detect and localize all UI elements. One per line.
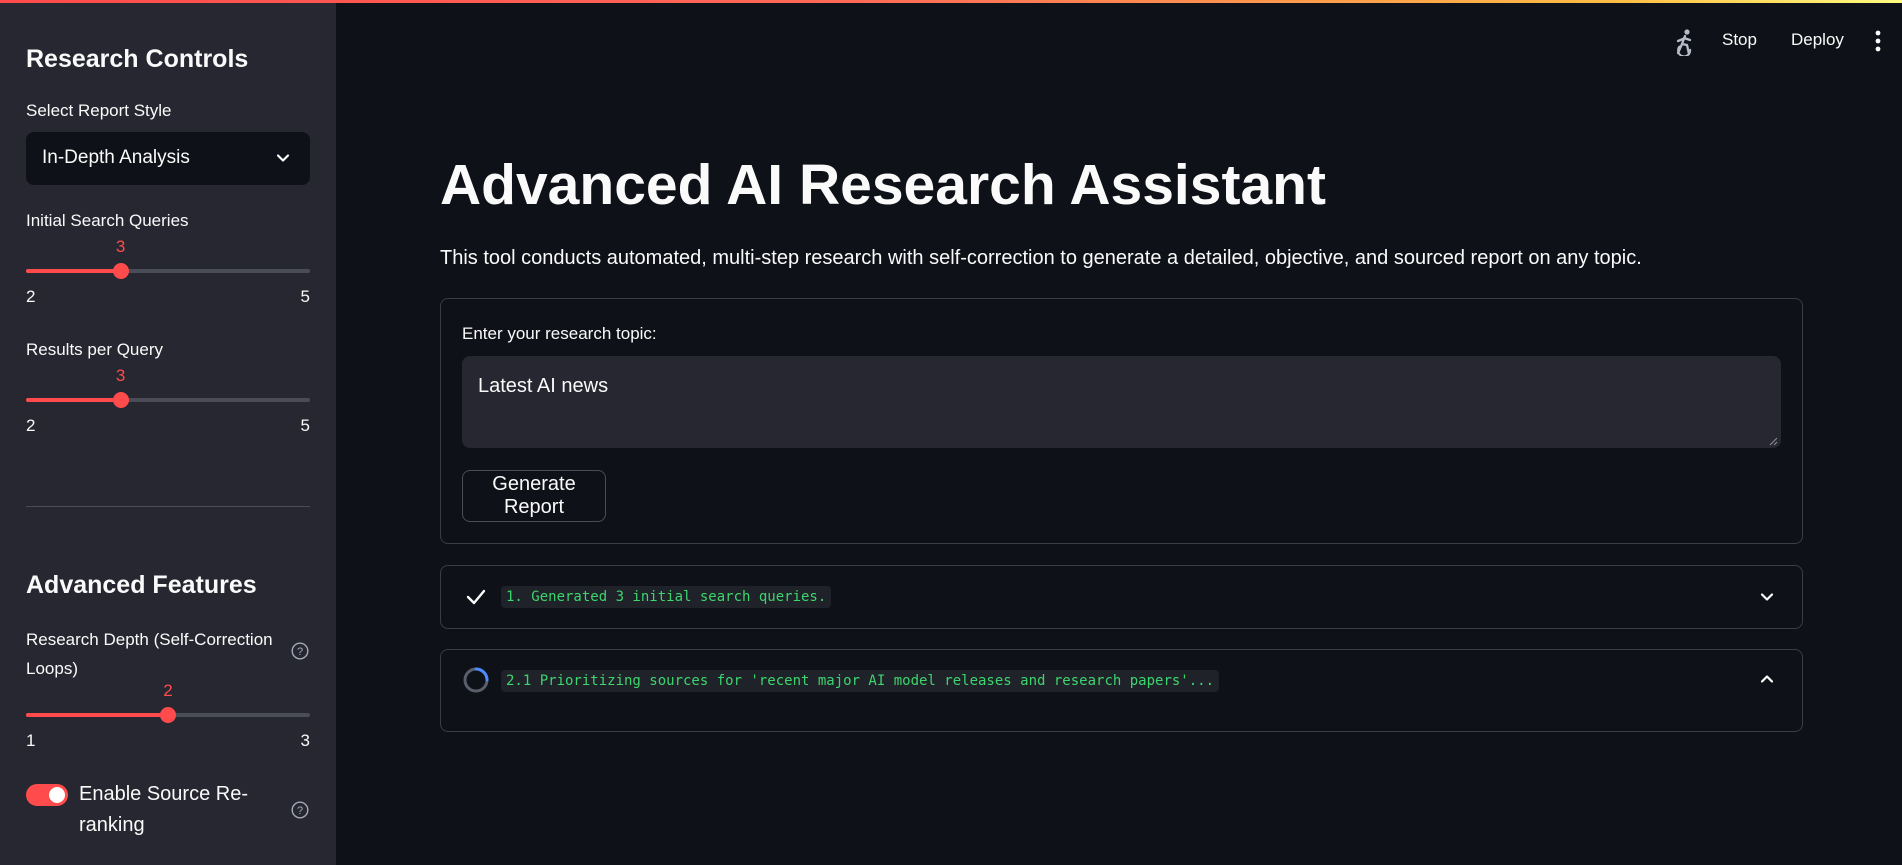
slider-min-label: 1	[26, 731, 36, 750]
page-subtitle: This tool conducts automated, multi-step…	[440, 247, 1642, 269]
sidebar-divider	[26, 506, 310, 507]
slider-fill	[26, 269, 121, 273]
chevron-up-icon[interactable]	[1758, 670, 1776, 688]
initial-queries-label: Initial Search Queries	[26, 211, 189, 230]
stop-button[interactable]: Stop	[1722, 30, 1757, 50]
report-style-select[interactable]: In-Depth Analysis	[26, 132, 310, 185]
research-depth-label: Research Depth (Self-Correction Loops)	[26, 630, 273, 678]
resize-handle-icon[interactable]	[1769, 437, 1778, 446]
results-per-query-slider[interactable]: 3 2 5	[26, 364, 310, 435]
kebab-menu-icon[interactable]	[1871, 28, 1885, 54]
svg-text:?: ?	[297, 646, 303, 658]
slider-current-value: 3	[115, 366, 126, 385]
top-decoration-bar	[0, 0, 1902, 3]
research-controls-heading: Research Controls	[26, 45, 249, 73]
slider-max-label: 5	[300, 416, 310, 435]
reranking-label: Enable Source Re-ranking	[79, 783, 248, 836]
deploy-button[interactable]: Deploy	[1791, 30, 1844, 50]
chevron-down-icon[interactable]	[1758, 588, 1776, 606]
slider-min-label: 2	[26, 287, 36, 306]
svg-text:?: ?	[297, 805, 303, 817]
advanced-features-heading: Advanced Features	[26, 571, 257, 599]
running-man-icon	[1676, 29, 1692, 56]
status-step-2[interactable]: 2.1 Prioritizing sources for 'recent maj…	[440, 649, 1803, 732]
initial-queries-slider[interactable]: 3 2 5	[26, 235, 310, 306]
slider-fill	[26, 713, 168, 717]
slider-max-label: 5	[300, 287, 310, 306]
slider-thumb[interactable]	[160, 707, 176, 723]
reranking-toggle[interactable]	[26, 784, 68, 806]
slider-fill	[26, 398, 121, 402]
generate-report-button[interactable]: Generate Report	[462, 470, 606, 522]
sidebar: Research Controls Select Report Style In…	[0, 0, 336, 865]
research-depth-slider[interactable]: 2 1 3	[26, 679, 310, 750]
slider-min-label: 2	[26, 416, 36, 435]
loading-spinner-icon	[463, 667, 489, 693]
results-per-query-label: Results per Query	[26, 340, 163, 359]
topic-input[interactable]: Latest AI news	[462, 356, 1781, 448]
slider-thumb[interactable]	[112, 263, 129, 279]
slider-max-label: 3	[300, 731, 310, 750]
chevron-down-icon	[276, 154, 290, 162]
status-step-text: 2.1 Prioritizing sources for 'recent maj…	[501, 670, 1220, 692]
report-style-label: Select Report Style	[26, 101, 172, 120]
report-style-value: In-Depth Analysis	[42, 147, 190, 168]
status-step-text: 1. Generated 3 initial search queries.	[501, 586, 832, 608]
status-step-1[interactable]: 1. Generated 3 initial search queries.	[440, 565, 1803, 629]
help-icon[interactable]: ?	[291, 801, 309, 819]
slider-thumb[interactable]	[112, 392, 129, 408]
topic-label: Enter your research topic:	[462, 324, 657, 343]
help-icon[interactable]: ?	[291, 642, 309, 660]
check-icon	[466, 589, 486, 605]
page-title: Advanced AI Research Assistant	[440, 153, 1326, 217]
toggle-knob	[49, 787, 65, 803]
research-form: Enter your research topic: Latest AI new…	[440, 298, 1803, 544]
slider-current-value: 3	[115, 237, 126, 256]
slider-current-value: 2	[163, 681, 173, 700]
